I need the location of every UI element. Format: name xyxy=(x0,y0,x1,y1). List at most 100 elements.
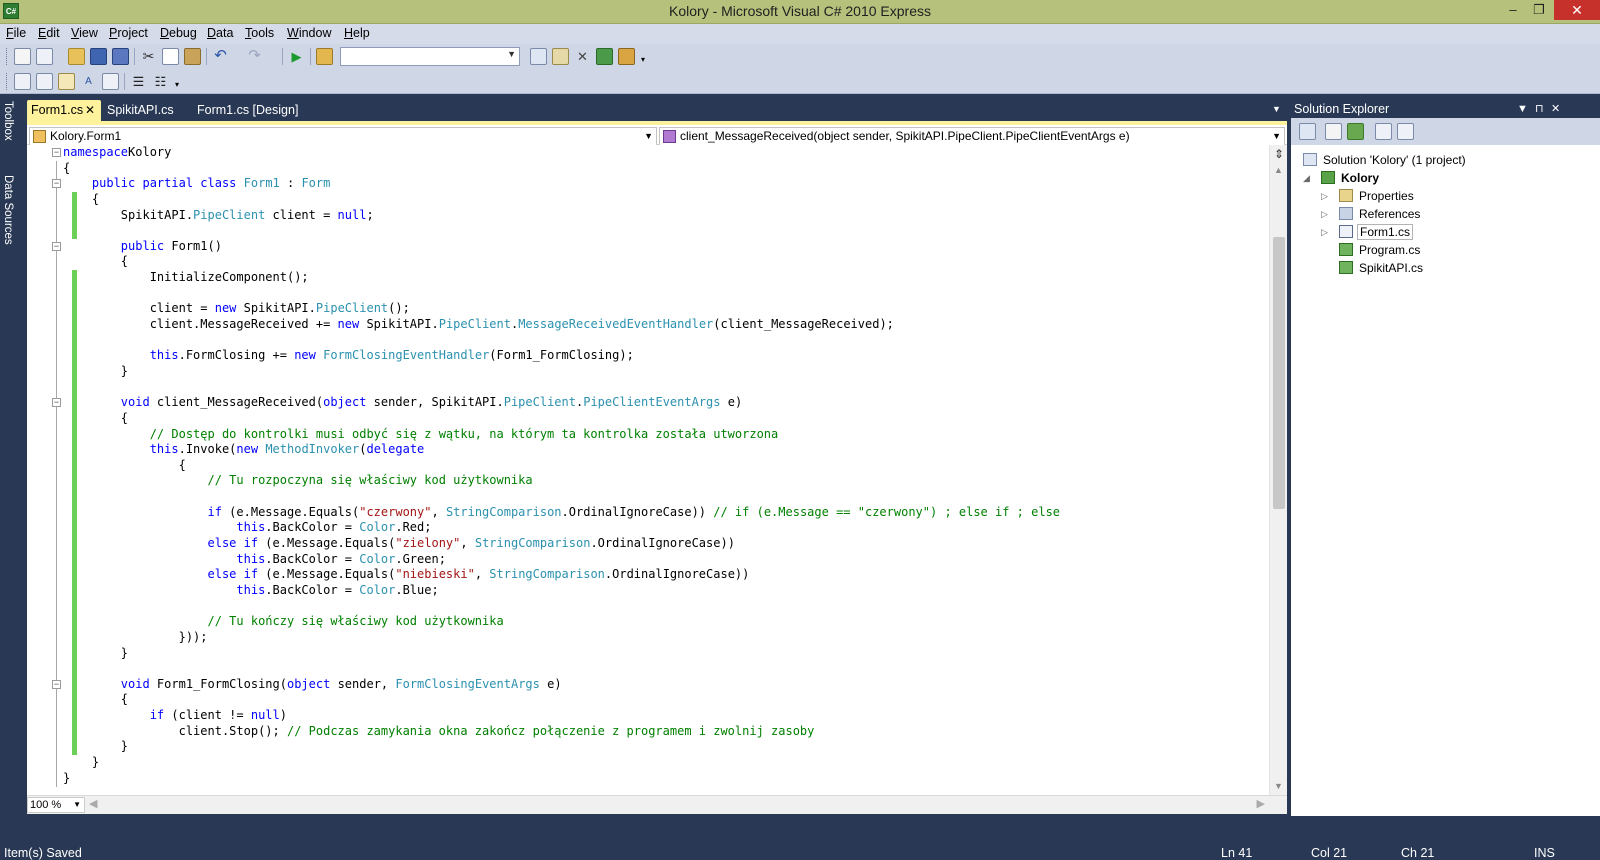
code-line[interactable]: // Tu kończy się właściwy kod użytkownik… xyxy=(63,614,1060,630)
tree-item-references[interactable]: ▷ References xyxy=(1321,206,1591,222)
properties-icon[interactable] xyxy=(1299,123,1316,140)
code-line[interactable]: ​ xyxy=(63,661,1060,677)
code-line[interactable]: this.Invoke(new MethodInvoker(delegate xyxy=(63,442,1060,458)
parameter-info-icon[interactable] xyxy=(58,73,75,90)
comment-lines-icon[interactable]: ☰ xyxy=(130,73,147,90)
code-line[interactable]: client.Stop(); // Podczas zamykania okna… xyxy=(63,724,1060,740)
code-line[interactable]: namespaceKolory xyxy=(63,145,1060,161)
code-line[interactable]: ​ xyxy=(63,333,1060,349)
collapse-method-icon[interactable]: − xyxy=(52,680,61,689)
toolbar-grip[interactable] xyxy=(6,73,9,90)
split-editor-icon[interactable]: ⇕ xyxy=(1272,147,1286,161)
tree-item-form1[interactable]: ▷ Form1.cs xyxy=(1321,224,1591,240)
add-item-icon[interactable] xyxy=(36,48,53,65)
scrollbar-thumb[interactable] xyxy=(1273,237,1285,509)
toolbar-overflow-icon[interactable]: ▾ xyxy=(638,48,648,65)
solution-config-combo[interactable]: ▼ xyxy=(340,47,520,66)
show-all-files-icon[interactable] xyxy=(1325,123,1342,140)
code-line[interactable]: { xyxy=(63,254,1060,270)
code-line[interactable]: else if (e.Message.Equals("zielony", Str… xyxy=(63,536,1060,552)
menu-debug[interactable]: Debug xyxy=(160,26,197,40)
restore-button[interactable]: ❐ xyxy=(1526,0,1552,20)
toolbox-icon[interactable]: ✕ xyxy=(574,48,591,65)
code-line[interactable]: public Form1() xyxy=(63,239,1060,255)
new-project-icon[interactable] xyxy=(14,48,31,65)
collapse-constructor-icon[interactable]: − xyxy=(52,242,61,251)
start-page-icon[interactable] xyxy=(596,48,613,65)
scroll-right-icon[interactable]: ▶ xyxy=(1257,797,1265,810)
pin-icon[interactable]: ⊓ xyxy=(1535,100,1544,118)
collapsed-arrow-icon[interactable]: ▷ xyxy=(1321,224,1328,240)
code-line[interactable]: this.BackColor = Color.Green; xyxy=(63,552,1060,568)
code-line[interactable]: { xyxy=(63,192,1060,208)
code-line[interactable]: } xyxy=(63,646,1060,662)
view-code-icon[interactable] xyxy=(1375,123,1392,140)
member-dropdown[interactable]: client_MessageReceived(object sender, Sp… xyxy=(659,127,1285,146)
tree-item-solution[interactable]: Solution 'Kolory' (1 project) xyxy=(1303,152,1593,168)
code-line[interactable]: } xyxy=(63,771,1060,787)
properties-window-icon[interactable] xyxy=(552,48,569,65)
code-text[interactable]: namespaceKolory{ public partial class Fo… xyxy=(63,145,1060,786)
quick-info-icon[interactable] xyxy=(36,73,53,90)
code-line[interactable]: ​ xyxy=(63,599,1060,615)
view-designer-icon[interactable] xyxy=(1397,123,1414,140)
menu-tools[interactable]: Tools xyxy=(245,26,274,40)
menu-help[interactable]: Help xyxy=(344,26,370,40)
code-line[interactable]: { xyxy=(63,411,1060,427)
collapse-namespace-icon[interactable]: − xyxy=(52,148,61,157)
code-line[interactable]: { xyxy=(63,161,1060,177)
code-line[interactable]: void client_MessageReceived(object sende… xyxy=(63,395,1060,411)
tab-spikitapi-cs[interactable]: SpikitAPI.cs xyxy=(103,100,193,121)
paste-icon[interactable] xyxy=(184,48,201,65)
code-line[interactable]: ​ xyxy=(63,489,1060,505)
code-line[interactable]: client = new SpikitAPI.PipeClient(); xyxy=(63,301,1060,317)
minimize-button[interactable]: – xyxy=(1500,0,1526,20)
menu-window[interactable]: Window xyxy=(287,26,331,40)
code-line[interactable]: // Tu rozpoczyna się właściwy kod użytko… xyxy=(63,473,1060,489)
tree-item-program[interactable]: Program.cs xyxy=(1321,242,1591,258)
solution-explorer-icon[interactable] xyxy=(530,48,547,65)
data-sources-side-tab[interactable]: Data Sources xyxy=(2,175,14,245)
extension-manager-icon[interactable] xyxy=(618,48,635,65)
menu-data[interactable]: Data xyxy=(207,26,233,40)
tab-form1-cs[interactable]: Form1.cs ✕ xyxy=(27,100,101,121)
collapse-method-icon[interactable]: − xyxy=(52,398,61,407)
find-in-files-icon[interactable] xyxy=(316,48,333,65)
code-line[interactable]: ​ xyxy=(63,380,1060,396)
tab-dropdown-icon[interactable]: ▼ xyxy=(1272,104,1281,114)
menu-file[interactable]: File xyxy=(6,26,26,40)
refresh-icon[interactable] xyxy=(1347,123,1364,140)
uncomment-lines-icon[interactable]: ☷ xyxy=(152,73,169,90)
tree-item-properties[interactable]: ▷ Properties xyxy=(1321,188,1591,204)
toolbar-overflow-icon[interactable]: ▾ xyxy=(172,73,182,90)
save-all-icon[interactable] xyxy=(112,48,129,65)
indent-icon[interactable] xyxy=(102,73,119,90)
object-browser-icon[interactable] xyxy=(14,73,31,90)
complete-word-icon[interactable]: A xyxy=(80,73,97,90)
code-line[interactable]: this.BackColor = Color.Blue; xyxy=(63,583,1060,599)
code-line[interactable]: if (e.Message.Equals("czerwony", StringC… xyxy=(63,505,1061,521)
scroll-left-icon[interactable]: ◀ xyxy=(89,797,97,810)
code-line[interactable]: } xyxy=(63,755,1060,771)
code-line[interactable]: { xyxy=(63,692,1060,708)
code-line[interactable]: else if (e.Message.Equals("niebieski", S… xyxy=(63,567,1060,583)
collapsed-arrow-icon[interactable]: ▷ xyxy=(1321,188,1328,204)
scroll-up-icon[interactable]: ▲ xyxy=(1274,165,1283,175)
save-icon[interactable] xyxy=(90,48,107,65)
copy-icon[interactable] xyxy=(162,48,179,65)
toolbar-grip[interactable] xyxy=(6,48,9,65)
menu-project[interactable]: Project xyxy=(109,26,148,40)
expanded-arrow-icon[interactable]: ◢ xyxy=(1303,170,1310,186)
close-panel-icon[interactable]: ✕ xyxy=(1551,100,1560,118)
code-line[interactable]: })); xyxy=(63,630,1060,646)
code-line[interactable]: SpikitAPI.PipeClient client = null; xyxy=(63,208,1060,224)
type-dropdown[interactable]: Kolory.Form1 ▼ xyxy=(29,127,657,146)
code-line[interactable]: if (client != null) xyxy=(63,708,1060,724)
scroll-down-icon[interactable]: ▼ xyxy=(1274,781,1283,791)
start-debugging-icon[interactable]: ▶ xyxy=(288,48,305,65)
code-line[interactable]: client.MessageReceived += new SpikitAPI.… xyxy=(63,317,1060,333)
zoom-combo[interactable]: 100 % ▼ xyxy=(27,797,85,813)
menu-view[interactable]: View xyxy=(71,26,98,40)
code-line[interactable]: // Dostęp do kontrolki musi odbyć się z … xyxy=(63,427,1060,443)
redo-icon[interactable]: ↷ xyxy=(246,48,263,65)
